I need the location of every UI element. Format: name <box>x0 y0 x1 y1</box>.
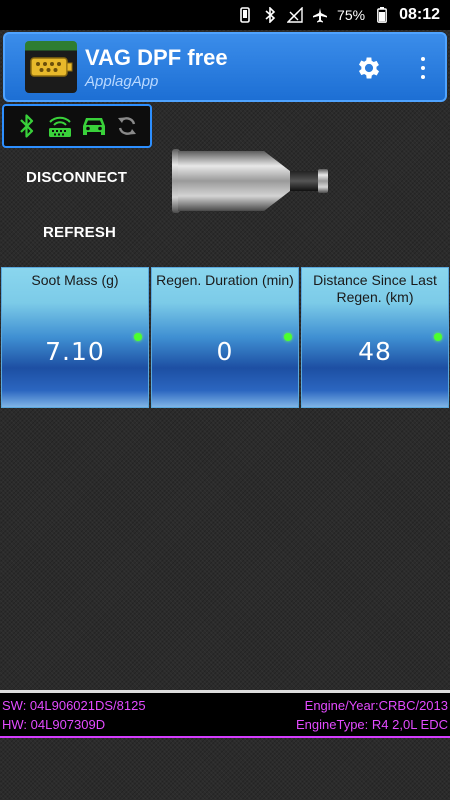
refresh-button[interactable]: REFRESH <box>43 224 116 241</box>
car-icon[interactable] <box>80 112 108 140</box>
clock: 08:12 <box>399 6 440 23</box>
settings-icon[interactable] <box>355 54 383 82</box>
app-subtitle: ApplagApp <box>85 72 159 90</box>
airplane-icon <box>312 7 328 23</box>
tile-label: Soot Mass (g) <box>31 272 119 288</box>
software-version: SW: 04L906021DS/8125 <box>2 698 146 713</box>
tile-label: Regen. Duration (min) <box>156 272 294 288</box>
bluetooth-icon[interactable] <box>13 112 41 140</box>
app-title: VAG DPF free <box>85 44 228 70</box>
app-logo <box>25 41 77 93</box>
soot-mass-tile[interactable]: Soot Mass (g) 7.10 <box>1 267 149 408</box>
bluetooth-icon <box>262 7 278 23</box>
connection-icon-bar <box>2 104 152 148</box>
obd-adapter-icon[interactable] <box>46 112 74 140</box>
tile-value: 48 <box>358 337 392 366</box>
battery-icon <box>374 7 390 23</box>
sync-icon[interactable] <box>113 112 141 140</box>
app-bar: VAG DPF free ApplagApp <box>3 32 447 102</box>
no-signal-icon <box>287 7 303 23</box>
tile-value: 7.10 <box>45 337 105 366</box>
engine-type: EngineType: R4 2,0L EDC <box>296 717 448 732</box>
distance-since-regen-tile[interactable]: Distance Since Last Regen. (km) 48 <box>301 267 449 408</box>
hardware-version: HW: 04L907309D <box>2 717 106 732</box>
battery-percent: 75% <box>337 7 366 23</box>
tile-label: Distance Since Last Regen. (km) <box>313 272 437 305</box>
engine-year: Engine/Year:CRBC/2013 <box>304 698 448 713</box>
regen-duration-tile[interactable]: Regen. Duration (min) 0 <box>151 267 299 408</box>
tile-value: 0 <box>216 337 234 366</box>
vibrate-icon <box>237 7 253 23</box>
ecu-info-panel: SW: 04L906021DS/8125 Engine/Year:CRBC/20… <box>0 690 450 738</box>
status-bar: 75% 08:12 <box>0 0 450 30</box>
dpf-filter-image <box>168 147 333 215</box>
disconnect-button[interactable]: DISCONNECT <box>26 169 127 186</box>
more-vert-icon[interactable] <box>417 54 429 82</box>
